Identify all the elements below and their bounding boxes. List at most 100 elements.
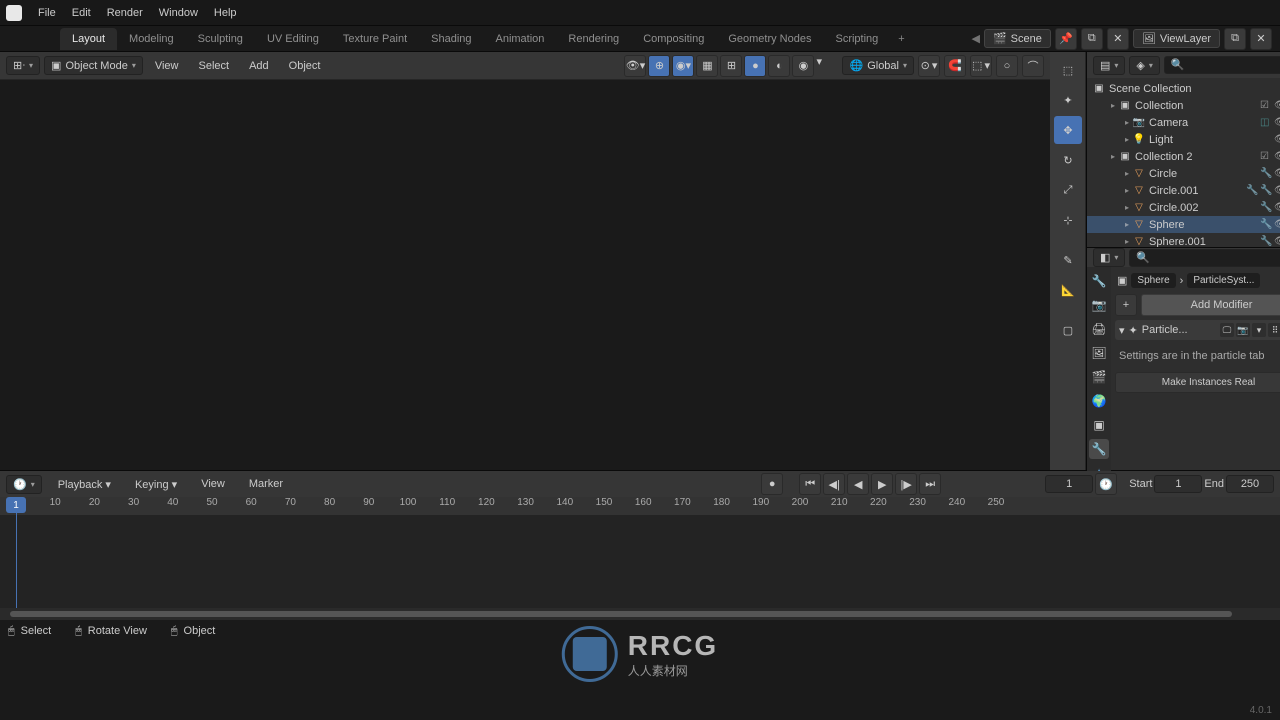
- ptab-tool[interactable]: 🔧: [1089, 271, 1109, 291]
- ptab-render[interactable]: 📷: [1089, 295, 1109, 315]
- tl-marker[interactable]: Marker: [241, 474, 291, 494]
- scene-copy-icon[interactable]: ⧉: [1081, 28, 1103, 50]
- modifier-row[interactable]: ▾ ✦ Particle... 🖵 📷 ▾ ⠿ ✕: [1115, 320, 1280, 340]
- hdr-view[interactable]: View: [147, 56, 187, 76]
- mod-render-icon[interactable]: 📷: [1236, 323, 1250, 337]
- tool-cursor[interactable]: ✦: [1054, 86, 1082, 114]
- ws-tab-rendering[interactable]: Rendering: [556, 28, 631, 50]
- mod-realtime-icon[interactable]: 🖵: [1220, 323, 1234, 337]
- tl-playback[interactable]: Playback ▾: [50, 474, 119, 495]
- tree-row[interactable]: ▸▣Collection 2☑👁📷: [1087, 148, 1280, 165]
- pivot-icon[interactable]: ⊙▾: [918, 55, 940, 77]
- ws-tab-scripting[interactable]: Scripting: [823, 28, 890, 50]
- shading-solid-icon[interactable]: ●: [744, 55, 766, 77]
- proportional-icon[interactable]: ○: [996, 55, 1018, 77]
- visibility-icon[interactable]: 👁▾: [624, 55, 646, 77]
- mod-dropdown-icon[interactable]: ▾: [1252, 323, 1266, 337]
- proportional-falloff-icon[interactable]: ⌒: [1022, 55, 1044, 77]
- ws-tab-animation[interactable]: Animation: [484, 28, 557, 50]
- ptab-world[interactable]: 🌍: [1089, 391, 1109, 411]
- hdr-object[interactable]: Object: [281, 56, 329, 76]
- jump-start-icon[interactable]: ⏮: [799, 473, 821, 495]
- ptab-modifier[interactable]: 🔧: [1089, 439, 1109, 459]
- outliner-search[interactable]: [1164, 56, 1280, 74]
- shading-matprev-icon[interactable]: ◐: [768, 55, 790, 77]
- orientation-dropdown[interactable]: 🌐Global▾: [842, 56, 914, 75]
- menu-file[interactable]: File: [30, 3, 64, 23]
- tool-addcube[interactable]: ▢: [1054, 316, 1082, 344]
- viewlayer-selector[interactable]: 🖼 ViewLayer: [1133, 29, 1220, 48]
- ws-tab-texture-paint[interactable]: Texture Paint: [331, 28, 419, 50]
- play-icon[interactable]: ▶: [871, 473, 893, 495]
- props-type[interactable]: ◧▾: [1093, 248, 1125, 267]
- tree-row[interactable]: ▸▣Collection☑👁📷: [1087, 97, 1280, 114]
- make-instances-real-button[interactable]: Make Instances Real: [1115, 372, 1280, 393]
- play-reverse-icon[interactable]: ◀: [847, 473, 869, 495]
- ws-tab-sculpting[interactable]: Sculpting: [186, 28, 255, 50]
- keyframe-next-icon[interactable]: |▶: [895, 473, 917, 495]
- shading-options-icon[interactable]: ▾: [816, 55, 822, 77]
- shading-wire-icon[interactable]: ⊞: [720, 55, 742, 77]
- tool-select[interactable]: ⬚: [1054, 56, 1082, 84]
- ws-tab-shading[interactable]: Shading: [419, 28, 483, 50]
- breadcrumb-sub[interactable]: ParticleSyst...: [1187, 273, 1260, 288]
- ws-tab-uv-editing[interactable]: UV Editing: [255, 28, 331, 50]
- tool-move[interactable]: ✥: [1054, 116, 1082, 144]
- overlay-toggle[interactable]: ◉▾: [672, 55, 694, 77]
- mod-extras-icon[interactable]: ⠿: [1268, 323, 1280, 337]
- xray-toggle[interactable]: ▦: [696, 55, 718, 77]
- frame-lock-icon[interactable]: 🕐: [1095, 473, 1117, 495]
- snap-toggle[interactable]: 🧲: [944, 55, 966, 77]
- ptab-object[interactable]: ▣: [1089, 415, 1109, 435]
- mode-selector[interactable]: ▣Object Mode▾: [44, 56, 143, 75]
- props-search[interactable]: [1129, 249, 1280, 267]
- scene-delete-icon[interactable]: ✕: [1107, 28, 1129, 50]
- editor-type[interactable]: ⊞ᐧ▾: [6, 56, 40, 75]
- tool-annotate[interactable]: ✎: [1054, 246, 1082, 274]
- scene-pin-icon[interactable]: 📌: [1055, 28, 1077, 50]
- breadcrumb-obj[interactable]: Sphere: [1131, 273, 1175, 288]
- tree-row[interactable]: ▸💡Light👁📷: [1087, 131, 1280, 148]
- tool-measure[interactable]: 📐: [1054, 276, 1082, 304]
- tree-row[interactable]: ▸▽Circle.002🔧👁📷: [1087, 199, 1280, 216]
- viewlayer-delete-icon[interactable]: ✕: [1250, 28, 1272, 50]
- shading-rendered-icon[interactable]: ◉: [792, 55, 814, 77]
- timeline-type[interactable]: 🕐▾: [6, 475, 42, 494]
- add-modifier-icon[interactable]: +: [1115, 294, 1137, 316]
- ws-tab-layout[interactable]: Layout: [60, 28, 117, 50]
- menu-edit[interactable]: Edit: [64, 3, 99, 23]
- ws-tab-compositing[interactable]: Compositing: [631, 28, 716, 50]
- tl-view[interactable]: View: [193, 474, 233, 494]
- tree-row[interactable]: ▸▽Sphere.001🔧👁📷: [1087, 233, 1280, 247]
- start-frame[interactable]: 1: [1154, 475, 1202, 493]
- tree-row[interactable]: ▸▽Circle🔧👁📷: [1087, 165, 1280, 182]
- menu-help[interactable]: Help: [206, 3, 245, 23]
- outliner-type[interactable]: ▤▾: [1093, 56, 1125, 75]
- ws-tab-geometry-nodes[interactable]: Geometry Nodes: [716, 28, 823, 50]
- ptab-output[interactable]: 🖨: [1089, 319, 1109, 339]
- current-frame[interactable]: 1: [1045, 475, 1093, 493]
- tree-row[interactable]: ▸▽Circle.001🔧🔧👁📷: [1087, 182, 1280, 199]
- add-modifier-button[interactable]: Add Modifier: [1141, 294, 1280, 316]
- gizmo-toggle[interactable]: ⊕: [648, 55, 670, 77]
- autokey-icon[interactable]: ●: [761, 473, 783, 495]
- tree-row[interactable]: ▸📷Camera◫👁📷: [1087, 114, 1280, 131]
- tool-transform[interactable]: ⊹: [1054, 206, 1082, 234]
- jump-end-icon[interactable]: ⏭: [919, 473, 941, 495]
- back-icon[interactable]: ◀: [971, 32, 979, 45]
- end-frame[interactable]: 250: [1226, 475, 1274, 493]
- timeline-scrollbar[interactable]: [0, 608, 1280, 620]
- menu-render[interactable]: Render: [99, 3, 151, 23]
- ptab-scene[interactable]: 🎬: [1089, 367, 1109, 387]
- tree-row[interactable]: ▸▽Sphere🔧👁📷: [1087, 216, 1280, 233]
- ws-tab-modeling[interactable]: Modeling: [117, 28, 186, 50]
- hdr-add[interactable]: Add: [241, 56, 277, 76]
- tl-keying[interactable]: Keying ▾: [127, 474, 185, 495]
- tool-rotate[interactable]: ↻: [1054, 146, 1082, 174]
- scene-selector[interactable]: 🎬 Scene: [984, 29, 1051, 48]
- playhead[interactable]: 1: [16, 497, 17, 608]
- outliner-display[interactable]: ◈▾: [1129, 56, 1159, 75]
- ptab-viewlayer[interactable]: 🖼: [1089, 343, 1109, 363]
- snap-target-icon[interactable]: ⬚▾: [970, 55, 992, 77]
- tree-row[interactable]: ▣Scene Collection: [1087, 80, 1280, 97]
